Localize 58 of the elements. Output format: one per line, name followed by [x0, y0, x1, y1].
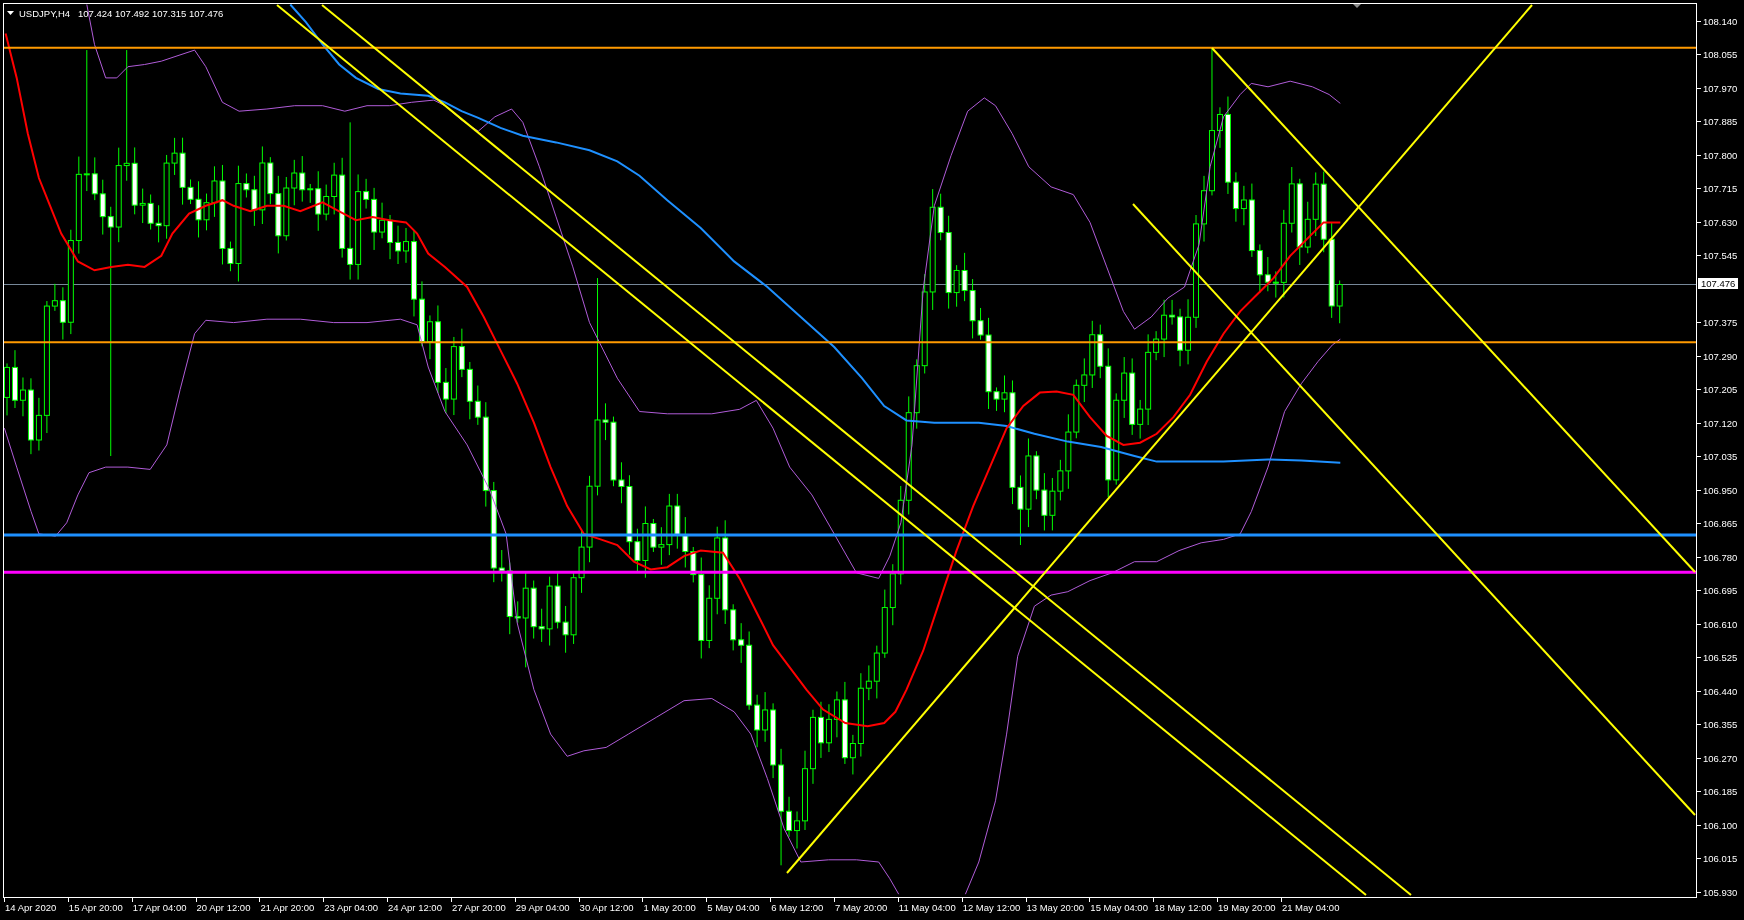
trend-line[interactable]	[1211, 47, 1696, 573]
time-label: 6 May 12:00	[771, 902, 824, 914]
price-label: 106.695	[1703, 585, 1738, 596]
time-label: 18 May 12:00	[1154, 902, 1212, 914]
price-label: 106.780	[1703, 551, 1738, 563]
time-label: 23 Apr 04:00	[324, 902, 379, 914]
time-label: 12 May 12:00	[962, 902, 1021, 914]
triangle-icon[interactable]	[1353, 4, 1361, 8]
price-label: 106.525	[1703, 652, 1738, 663]
price-label: 107.035	[1703, 451, 1738, 462]
time-label: 11 May 04:00	[898, 902, 956, 914]
price-label: 106.185	[1703, 786, 1738, 797]
price-level-line[interactable]	[4, 46, 1696, 49]
time-label: 15 Apr 20:00	[68, 902, 123, 914]
price-label: 107.885	[1703, 116, 1738, 127]
price-label: 107.290	[1703, 350, 1738, 362]
price-label: 107.630	[1703, 216, 1738, 228]
price-label: 105.930	[1703, 886, 1738, 898]
price-label: 106.100	[1703, 819, 1738, 831]
price-label: 106.950	[1703, 484, 1738, 496]
time-label: 14 Apr 2020	[5, 902, 57, 914]
price-label: 107.120	[1703, 417, 1738, 429]
trend-line[interactable]	[786, 4, 1533, 874]
time-label: 17 Apr 04:00	[132, 902, 187, 914]
time-label: 24 Apr 12:00	[388, 902, 442, 914]
price-label: 106.355	[1703, 719, 1738, 730]
current-price-tag: 107.476	[1698, 278, 1739, 290]
price-label: 106.270	[1703, 752, 1738, 764]
triangle-icon[interactable]	[7, 11, 14, 15]
time-label: 21 Apr 20:00	[260, 902, 315, 914]
price-label: 106.440	[1703, 685, 1738, 697]
price-label: 106.015	[1703, 853, 1738, 864]
price-label: 107.970	[1703, 82, 1738, 94]
symbol-label: USDJPY,H4	[19, 7, 71, 19]
time-label: 19 May 20:00	[1218, 902, 1276, 914]
price-label: 107.375	[1703, 317, 1738, 328]
price-label: 108.055	[1703, 49, 1738, 60]
time-label: 5 May 04:00	[707, 902, 760, 914]
price-level-line[interactable]	[4, 570, 1696, 574]
time-label: 29 Apr 04:00	[515, 902, 570, 914]
trend-line[interactable]	[1132, 203, 1696, 816]
time-label: 1 May 20:00	[643, 902, 696, 914]
price-label: 107.545	[1703, 250, 1738, 261]
time-label: 15 May 04:00	[1090, 902, 1148, 914]
price-label: 106.610	[1703, 618, 1738, 630]
ohlc-values: 107.424 107.492 107.315 107.476	[78, 7, 224, 19]
time-label: 21 May 04:00	[1281, 902, 1340, 914]
time-label: 7 May 20:00	[834, 902, 888, 914]
price-label: 107.800	[1703, 149, 1738, 161]
price-label: 108.140	[1703, 15, 1738, 27]
time-label: 20 Apr 12:00	[196, 902, 251, 914]
time-label: 30 Apr 12:00	[579, 902, 634, 914]
time-label: 13 May 20:00	[1026, 902, 1085, 914]
price-label: 106.865	[1703, 518, 1738, 529]
price-level-line[interactable]	[4, 341, 1696, 344]
time-label: 27 Apr 20:00	[451, 902, 506, 914]
price-label: 107.205	[1703, 384, 1738, 395]
price-label: 107.715	[1703, 183, 1738, 194]
